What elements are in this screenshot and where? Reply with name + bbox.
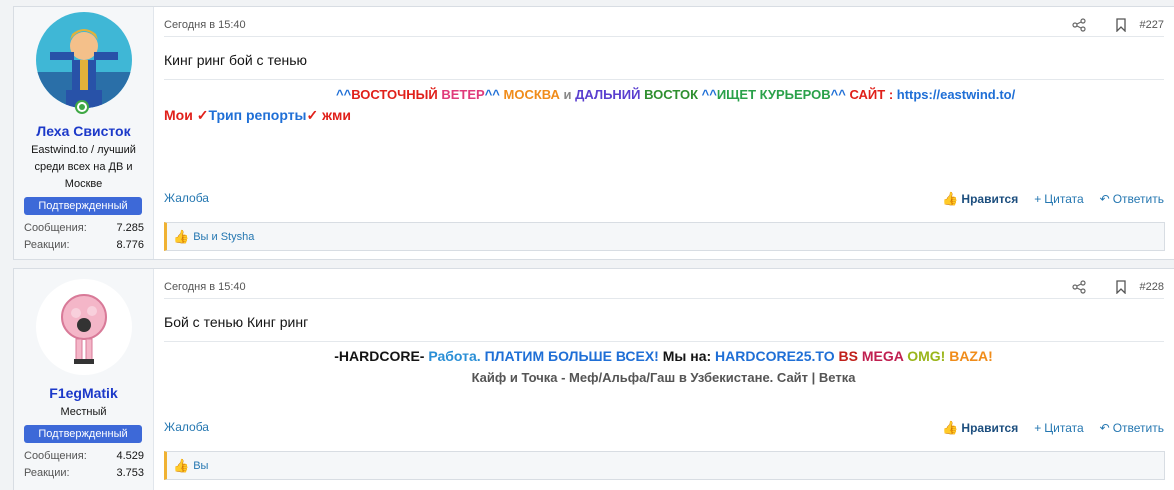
- reply-label: Ответить: [1112, 421, 1164, 435]
- reactions-label: Реакции:: [24, 467, 70, 479]
- post-main: Сегодня в 15:40 #228 Бой с тенью Кинг ри…: [153, 269, 1174, 490]
- reactions-bar[interactable]: 👍 Вы и Stysha: [164, 222, 1165, 251]
- reply-button[interactable]: ↶ Ответить: [1100, 192, 1164, 206]
- messages-label: Сообщения:: [24, 450, 87, 462]
- messages-count: 4.529: [116, 450, 144, 462]
- avatar[interactable]: [36, 12, 132, 108]
- signature-segment: ВОСТОК: [644, 87, 699, 102]
- thumbs-up-icon: 👍: [942, 420, 959, 435]
- signature-segment: Трип репорты: [208, 107, 307, 123]
- signature-segment: Мы на:: [662, 348, 716, 364]
- post-actions: 👍 Нравится + Цитата ↶ Ответить: [942, 420, 1164, 436]
- user-stats: Сообщения: 7.285 Реакции: 8.776: [24, 220, 144, 254]
- like-label: Нравится: [961, 192, 1019, 206]
- signature-segment: ^^: [484, 87, 504, 102]
- signature-segment: ^^: [336, 87, 352, 102]
- signature-segment: ✓ жми: [306, 107, 352, 123]
- signature-segment: Работа.: [428, 348, 485, 364]
- signature-segment: МОСКВА: [503, 87, 560, 102]
- post-228: F1egMatik Местный Подтвержденный Сообщен…: [13, 268, 1174, 490]
- online-indicator: [75, 100, 89, 114]
- plus-icon: +: [1034, 421, 1042, 435]
- messages-count: 7.285: [116, 222, 144, 234]
- share-icon[interactable]: [1072, 18, 1086, 32]
- report-link[interactable]: Жалоба: [164, 191, 209, 205]
- post-actions: 👍 Нравится + Цитата ↶ Ответить: [942, 191, 1164, 207]
- reactions-bar[interactable]: 👍 Вы: [164, 451, 1165, 480]
- quote-label: Цитата: [1044, 192, 1084, 206]
- thumbs-up-icon: 👍: [173, 228, 190, 244]
- like-label: Нравится: [961, 421, 1019, 435]
- plus-icon: +: [1034, 192, 1042, 206]
- post-date[interactable]: Сегодня в 15:40: [164, 19, 246, 31]
- signature-segment: OMG!: [907, 348, 950, 364]
- avatar[interactable]: [36, 279, 132, 375]
- user-title: Eastwind.to / лучший среди всех на ДВ и …: [31, 144, 136, 190]
- reply-icon: ↶: [1099, 192, 1110, 206]
- signature-segment: HARDCORE25.TO: [715, 348, 839, 364]
- post-number[interactable]: #228: [1140, 281, 1164, 293]
- verified-badge: Подтвержденный: [24, 197, 142, 215]
- signature-line-2[interactable]: Кайф и Точка - Меф/Альфа/Гаш в Узбекиста…: [153, 370, 1174, 385]
- post-text: Кинг ринг бой с тенью: [164, 52, 308, 68]
- signature-line-1[interactable]: -HARDCORE- Работа. ПЛАТИМ БОЛЬШЕ ВСЕХ! М…: [153, 348, 1174, 364]
- messages-label: Сообщения:: [24, 222, 87, 234]
- verified-badge: Подтвержденный: [24, 425, 142, 443]
- user-title: Местный: [60, 406, 107, 418]
- reactions-count: 3.753: [116, 467, 144, 479]
- post-227: Леха Свисток Eastwind.to / лучший среди …: [13, 6, 1174, 260]
- reply-icon: ↶: [1099, 421, 1110, 435]
- signature-divider: [164, 79, 1164, 80]
- divider: [164, 298, 1164, 299]
- quote-button[interactable]: + Цитата: [1034, 421, 1083, 435]
- signature-segment: BS: [838, 348, 862, 364]
- quote-label: Цитата: [1044, 421, 1084, 435]
- quote-button[interactable]: + Цитата: [1034, 192, 1083, 206]
- signature-segment: ПЛАТИМ БОЛЬШЕ ВСЕХ!: [484, 348, 663, 364]
- user-panel: F1egMatik Местный Подтвержденный Сообщен…: [14, 269, 154, 490]
- report-link[interactable]: Жалоба: [164, 420, 209, 434]
- signature-segment: BAZA!: [949, 348, 993, 364]
- post-date[interactable]: Сегодня в 15:40: [164, 281, 246, 293]
- reply-button[interactable]: ↶ Ответить: [1100, 421, 1164, 435]
- bookmark-icon[interactable]: [1114, 280, 1128, 294]
- thumbs-up-icon: 👍: [942, 191, 959, 206]
- like-button[interactable]: 👍 Нравится: [942, 191, 1018, 207]
- username[interactable]: Леха Свисток: [14, 123, 153, 139]
- signature-segment: ВЕТЕР: [441, 87, 485, 102]
- bookmark-icon[interactable]: [1114, 18, 1128, 32]
- signature-segment: -HARDCORE-: [334, 348, 429, 364]
- signature-line-1[interactable]: ^^ВОСТОЧНЫЙ ВЕТЕР^^ МОСКВА и ДАЛЬНИЙ ВОС…: [336, 87, 1015, 102]
- like-button[interactable]: 👍 Нравится: [942, 420, 1018, 436]
- user-panel: Леха Свисток Eastwind.to / лучший среди …: [14, 7, 154, 259]
- signature-segment: и: [559, 87, 576, 102]
- reactions-text[interactable]: Вы и Stysha: [193, 231, 254, 243]
- post-main: Сегодня в 15:40 #227 Кинг ринг бой с тен…: [153, 7, 1174, 259]
- post-text: Бой с тенью Кинг ринг: [164, 314, 309, 330]
- reactions-label: Реакции:: [24, 239, 70, 251]
- signature-segment: Мои ✓: [164, 107, 209, 123]
- share-icon[interactable]: [1072, 280, 1086, 294]
- reactions-count: 8.776: [116, 239, 144, 251]
- signature-segment: ^^: [830, 87, 850, 102]
- signature-segment: https://eastwind.to/: [896, 87, 1016, 102]
- user-stats: Сообщения: 4.529 Реакции: 3.753: [24, 448, 144, 482]
- post-number[interactable]: #227: [1140, 19, 1164, 31]
- signature-segment: ИЩЕТ КУРЬЕРОВ: [716, 87, 831, 102]
- signature-divider: [164, 341, 1164, 342]
- divider: [164, 36, 1164, 37]
- reactions-text[interactable]: Вы: [193, 460, 208, 472]
- signature-line-2[interactable]: Мои ✓Трип репорты✓ жми: [164, 107, 351, 124]
- username[interactable]: F1egMatik: [14, 385, 153, 401]
- thumbs-up-icon: 👍: [173, 457, 190, 473]
- reply-label: Ответить: [1112, 192, 1164, 206]
- signature-segment: ДАЛЬНИЙ: [575, 87, 645, 102]
- signature-segment: MEGA: [861, 348, 908, 364]
- signature-segment: ВОСТОЧНЫЙ: [351, 87, 442, 102]
- signature-segment: САЙТ :: [849, 87, 897, 102]
- signature-segment: ^^: [698, 87, 717, 102]
